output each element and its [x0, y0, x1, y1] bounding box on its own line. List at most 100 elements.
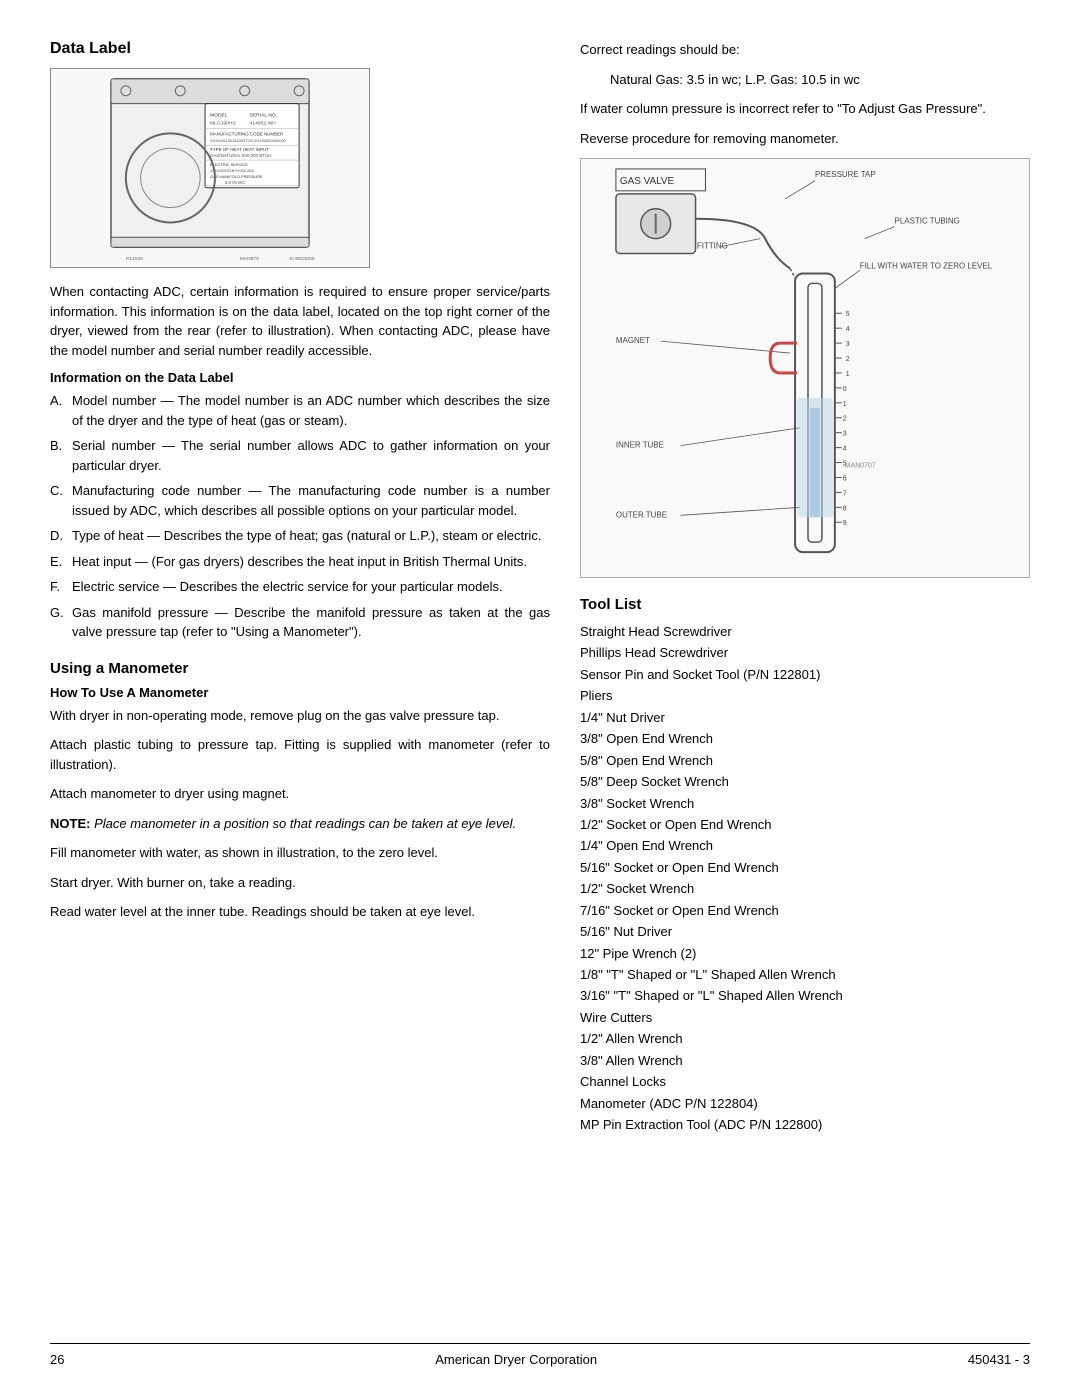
- tool-item-10: 1/4" Open End Wrench: [580, 835, 1030, 856]
- manometer-diagram: GAS VALVE PRESSURE TAP PLASTIC TUBING 1/…: [580, 158, 1030, 578]
- tool-item-7: 5/8" Deep Socket Wrench: [580, 771, 1030, 792]
- svg-text:4: 4: [846, 326, 850, 333]
- svg-text:GAS/NATURAL 600,000 BTUH: GAS/NATURAL 600,000 BTUH: [210, 153, 271, 158]
- tool-item-4: 1/4" Nut Driver: [580, 707, 1030, 728]
- svg-text:SI 89/25/00: SI 89/25/00: [289, 256, 315, 262]
- svg-text:1: 1: [846, 371, 850, 378]
- svg-text:9: 9: [843, 520, 847, 527]
- list-text-e: Heat input — (For gas dryers) describes …: [72, 552, 550, 572]
- svg-text:3.5 IN WC: 3.5 IN WC: [225, 180, 246, 185]
- svg-text:MANUFACTURING CODE NUMBER: MANUFACTURING CODE NUMBER: [210, 131, 283, 136]
- list-text-b: Serial number — The serial number allows…: [72, 436, 550, 475]
- company-name: American Dryer Corporation: [435, 1352, 597, 1367]
- list-letter-g: G.: [50, 603, 72, 642]
- svg-text:6: 6: [843, 475, 847, 482]
- list-letter-b: B.: [50, 436, 72, 475]
- svg-text:208V/60HZ/3PH/3W 28A: 208V/60HZ/3PH/3W 28A: [210, 168, 254, 173]
- svg-text:MAN0707: MAN0707: [845, 463, 876, 470]
- info-heading: Information on the Data Label: [50, 370, 550, 385]
- main-content: Data Label MODEL SERIAL: [50, 40, 1030, 1323]
- pressure-incorrect-text: If water column pressure is incorrect re…: [580, 99, 1030, 119]
- svg-text:OUTER TUBE: OUTER TUBE: [616, 510, 667, 519]
- tool-item-13: 7/16" Socket or Open End Wrench: [580, 900, 1030, 921]
- manometer-section-title: Using a Manometer: [50, 660, 550, 677]
- tool-item-18: Wire Cutters: [580, 1007, 1030, 1028]
- info-list: A. Model number — The model number is an…: [50, 391, 550, 642]
- manometer-para-start: Start dryer. With burner on, take a read…: [50, 873, 550, 893]
- tool-item-5: 3/8" Open End Wrench: [580, 728, 1030, 749]
- manometer-para-read: Read water level at the inner tube. Read…: [50, 902, 550, 922]
- list-text-d: Type of heat — Describes the type of hea…: [72, 526, 550, 546]
- manometer-para-1: With dryer in non-operating mode, remove…: [50, 706, 550, 726]
- list-text-c: Manufacturing code number — The manufact…: [72, 481, 550, 520]
- list-item-e: E. Heat input — (For gas dryers) describ…: [50, 552, 550, 572]
- svg-text:MODEL: MODEL: [210, 113, 228, 119]
- svg-text:3: 3: [846, 341, 850, 348]
- tool-item-16: 1/8" "T" Shaped or "L" Shaped Allen Wren…: [580, 964, 1030, 985]
- reverse-procedure-text: Reverse procedure for removing manometer…: [580, 129, 1030, 149]
- svg-text:INNER TUBE: INNER TUBE: [616, 441, 664, 450]
- list-letter-a: A.: [50, 391, 72, 430]
- tool-item-15: 12" Pipe Wrench (2): [580, 943, 1030, 964]
- tool-item-2: Sensor Pin and Socket Tool (P/N 122801): [580, 664, 1030, 685]
- tool-item-0: Straight Head Screwdriver: [580, 621, 1030, 642]
- page-footer: 26 American Dryer Corporation 450431 - 3: [50, 1343, 1030, 1367]
- list-item-d: D. Type of heat — Describes the type of …: [50, 526, 550, 546]
- svg-text:2: 2: [843, 416, 847, 423]
- tool-item-6: 5/8" Open End Wrench: [580, 750, 1030, 771]
- tool-item-12: 1/2" Socket Wrench: [580, 878, 1030, 899]
- svg-text:MAGNET: MAGNET: [616, 336, 650, 345]
- svg-text:SERIAL NO.: SERIAL NO.: [250, 113, 278, 119]
- right-column: Correct readings should be: Natural Gas:…: [580, 40, 1030, 1323]
- list-text-a: Model number — The model number is an AD…: [72, 391, 550, 430]
- tool-item-9: 1/2" Socket or Open End Wrench: [580, 814, 1030, 835]
- tool-item-17: 3/16" "T" Shaped or "L" Shaped Allen Wre…: [580, 985, 1030, 1006]
- svg-text:910016513015408379ZCK119000000: 910016513015408379ZCK1190000000000: [210, 138, 287, 143]
- list-item-b: B. Serial number — The serial number all…: [50, 436, 550, 475]
- data-label-title: Data Label: [50, 40, 550, 58]
- tool-item-23: MP Pin Extraction Tool (ADC P/N 122800): [580, 1114, 1030, 1135]
- tool-item-3: Pliers: [580, 685, 1030, 706]
- svg-text:GAS MANIFOLD PRESSURE: GAS MANIFOLD PRESSURE: [210, 174, 263, 179]
- svg-text:7: 7: [843, 490, 847, 497]
- left-column: Data Label MODEL SERIAL: [50, 40, 550, 1323]
- tool-item-19: 1/2" Allen Wrench: [580, 1028, 1030, 1049]
- list-item-f: F. Electric service — Describes the elec…: [50, 577, 550, 597]
- tool-item-11: 5/16" Socket or Open End Wrench: [580, 857, 1030, 878]
- page: Data Label MODEL SERIAL: [0, 0, 1080, 1397]
- svg-text:TYPE OF HEAT HEAT INPUT: TYPE OF HEAT HEAT INPUT: [210, 147, 269, 152]
- list-letter-f: F.: [50, 577, 72, 597]
- svg-text:GAS VALVE: GAS VALVE: [620, 176, 675, 187]
- intro-paragraph: When contacting ADC, certain information…: [50, 282, 550, 360]
- svg-text:2: 2: [846, 356, 850, 363]
- svg-text:5: 5: [843, 461, 847, 468]
- how-to-heading: How To Use A Manometer: [50, 685, 550, 700]
- tool-item-14: 5/16" Nut Driver: [580, 921, 1030, 942]
- list-item-g: G. Gas manifold pressure — Describe the …: [50, 603, 550, 642]
- list-letter-c: C.: [50, 481, 72, 520]
- document-number: 450431 - 3: [968, 1352, 1030, 1367]
- tool-item-8: 3/8" Socket Wrench: [580, 793, 1030, 814]
- svg-text:5: 5: [846, 311, 850, 318]
- svg-text:3: 3: [843, 431, 847, 438]
- manometer-note: NOTE: Place manometer in a position so t…: [50, 814, 550, 834]
- natural-gas-reading: Natural Gas: 3.5 in wc; L.P. Gas: 10.5 i…: [580, 70, 1030, 90]
- svg-text:P12026: P12026: [126, 256, 143, 262]
- tool-item-20: 3/8" Allen Wrench: [580, 1050, 1030, 1071]
- svg-text:4: 4: [843, 446, 847, 453]
- svg-text:414852 WH: 414852 WH: [250, 120, 277, 126]
- svg-text:MLG190HS: MLG190HS: [210, 120, 237, 126]
- tool-item-1: Phillips Head Screwdriver: [580, 642, 1030, 663]
- tool-list: Straight Head Screwdriver Phillips Head …: [580, 621, 1030, 1136]
- svg-text:0: 0: [843, 386, 847, 393]
- tool-item-21: Channel Locks: [580, 1071, 1030, 1092]
- list-letter-e: E.: [50, 552, 72, 572]
- list-item-a: A. Model number — The model number is an…: [50, 391, 550, 430]
- correct-readings-label: Correct readings should be:: [580, 40, 1030, 60]
- page-number: 26: [50, 1352, 64, 1367]
- svg-text:MAN970: MAN970: [240, 256, 259, 262]
- manometer-para-2: Attach plastic tubing to pressure tap. F…: [50, 735, 550, 774]
- svg-text:PRESSURE TAP: PRESSURE TAP: [815, 170, 876, 179]
- list-text-g: Gas manifold pressure — Describe the man…: [72, 603, 550, 642]
- svg-text:ELECTRIC SERVICE: ELECTRIC SERVICE: [210, 162, 248, 167]
